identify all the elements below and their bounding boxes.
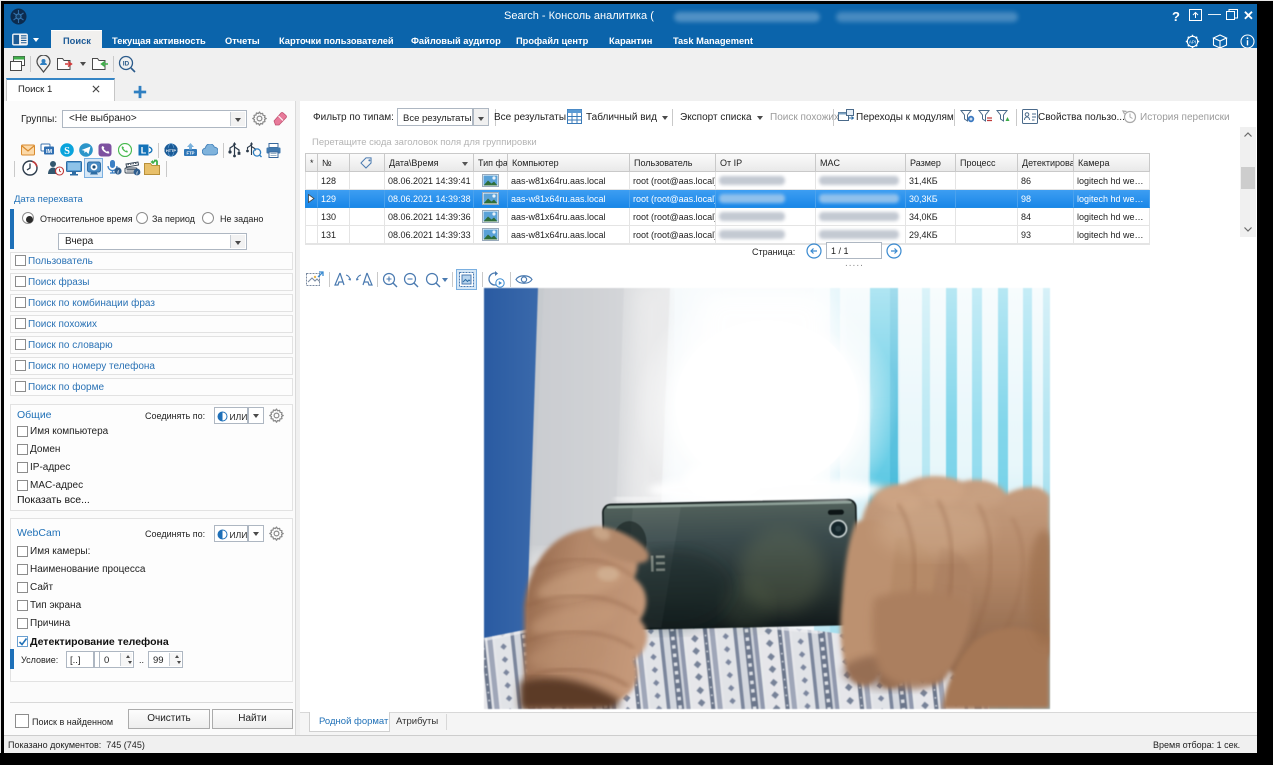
svg-text:FTP: FTP [187, 151, 195, 156]
svg-text:API: API [1189, 40, 1196, 45]
svg-text:S: S [64, 146, 70, 157]
svg-text:IM: IM [46, 149, 53, 155]
svg-text:L: L [141, 146, 147, 156]
svg-text:HTTP: HTTP [166, 149, 176, 153]
svg-text:ID: ID [123, 61, 130, 68]
